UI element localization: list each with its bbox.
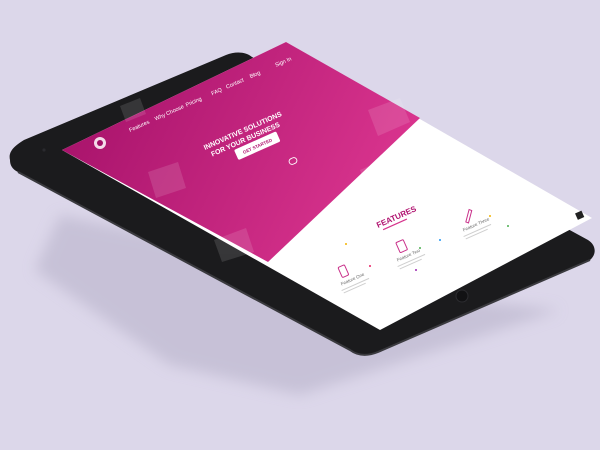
device-mockup-scene: Features Why Choose Pricing FAQ Contact … (9, 42, 595, 395)
front-camera (42, 148, 46, 152)
logo-icon[interactable] (94, 137, 106, 149)
home-button[interactable] (455, 289, 469, 303)
